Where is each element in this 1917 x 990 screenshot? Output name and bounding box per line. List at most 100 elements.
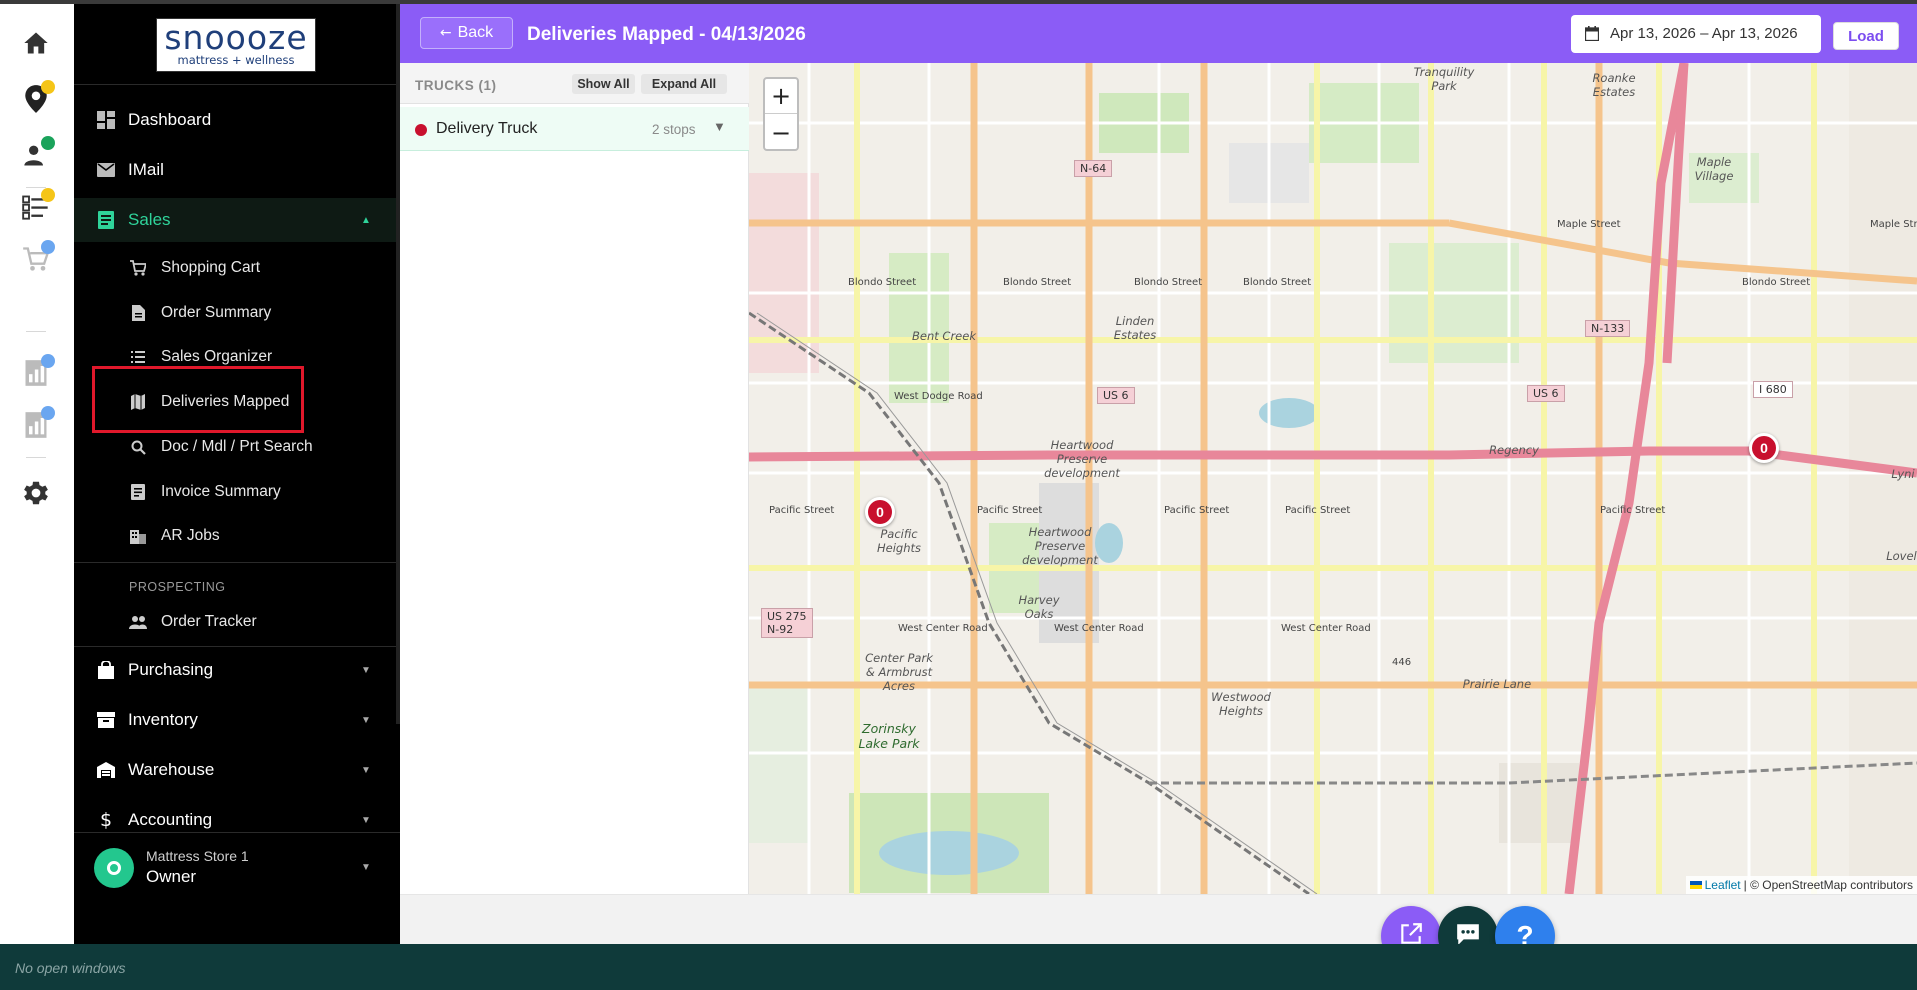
badge-icon [41, 188, 55, 202]
user-store-name: Mattress Store 1 [146, 848, 249, 864]
place-label: Bent Creek [912, 329, 976, 343]
badge-icon [41, 136, 55, 150]
archive-icon [96, 710, 116, 730]
street-label: West Dodge Road [894, 391, 983, 402]
road-shield-i680: I 680 [1753, 381, 1793, 398]
add-user-icon[interactable] [19, 136, 55, 172]
street-label: Pacific Street [1600, 505, 1666, 516]
sidebar-item-purchasing[interactable]: Purchasing ▼ [74, 648, 400, 692]
sidebar-subitem-ar-jobs[interactable]: AR Jobs [74, 518, 400, 554]
icon-rail [0, 4, 74, 944]
trucks-header: TRUCKS (1) Show All Expand All [400, 63, 749, 104]
sidebar-subitem-label: AR Jobs [161, 527, 220, 544]
place-label: Linden Estates [1113, 314, 1157, 342]
dollar-icon: $ [99, 809, 113, 831]
street-label: Pacific Street [977, 505, 1043, 516]
expand-all-button[interactable]: Expand All [641, 74, 727, 94]
road-shield-n133: N-133 [1585, 320, 1631, 337]
road-shield-us6: US 6 [1097, 387, 1135, 404]
chevron-down-icon: ▼ [361, 714, 371, 726]
report-icon[interactable] [19, 354, 55, 390]
sidebar-subitem-order-tracker[interactable]: Order Tracker [74, 604, 400, 640]
place-label: Pacific Heights [876, 527, 921, 555]
place-label: Tranquility Park [1413, 65, 1475, 93]
logo[interactable]: snoooze mattress + wellness [156, 18, 316, 72]
place-label: Heartwood Preserve development [1022, 525, 1098, 567]
divider [74, 646, 400, 647]
delivery-marker[interactable]: 0 [865, 497, 895, 527]
taskbar: No open windows [0, 944, 1917, 990]
rail-separator [26, 331, 46, 332]
delivery-map[interactable]: N-64 Maple Street Maple Stre Blondo Stre… [749, 63, 1917, 894]
divider [74, 84, 400, 85]
trucks-title: TRUCKS (1) [415, 78, 497, 93]
badge-icon [41, 406, 55, 420]
street-label: West Center Road [1281, 623, 1371, 634]
bag-icon [96, 660, 116, 680]
chevron-down-icon: ▼ [361, 814, 371, 826]
gear-icon[interactable] [19, 476, 53, 510]
sidebar-item-label: Purchasing [128, 660, 214, 679]
street-label: Blondo Street [1742, 277, 1811, 288]
calendar-icon [1584, 26, 1600, 45]
logo-main-text: snoooze [164, 18, 308, 57]
trucks-panel: TRUCKS (1) Show All Expand All Delivery … [400, 63, 749, 894]
sidebar-subitem-order-summary[interactable]: Order Summary [74, 295, 400, 331]
street-label: Blondo Street [1003, 277, 1072, 288]
highlight-box [92, 366, 304, 433]
caret-down-icon[interactable]: ▼ [713, 119, 726, 134]
sidebar-item-warehouse[interactable]: Warehouse ▼ [74, 748, 400, 792]
cart-icon[interactable] [19, 240, 55, 276]
sidebar-subitem-label: Order Tracker [161, 613, 257, 630]
sidebar-item-label: Inventory [128, 710, 198, 729]
place-label: Lovel [1886, 549, 1917, 563]
place-label: Zorinsky Lake Park [858, 721, 920, 751]
location-pin-icon[interactable] [19, 80, 55, 116]
map-attribution: Leaflet | © OpenStreetMap contributors [1685, 876, 1917, 894]
place-label: Prairie Lane [1462, 677, 1532, 691]
place-label: Roanke Estates [1592, 71, 1636, 99]
avatar [94, 848, 134, 888]
home-icon[interactable] [19, 26, 53, 60]
main-content: ← Back Deliveries Mapped - 04/13/2026 Ap… [400, 4, 1917, 966]
chevron-down-icon: ▼ [361, 764, 371, 776]
place-label: Harvey Oaks [1018, 593, 1060, 621]
show-all-button[interactable]: Show All [572, 74, 635, 94]
sidebar-subitem-label: Invoice Summary [161, 483, 281, 500]
sidebar-subitem-invoice-summary[interactable]: Invoice Summary [74, 474, 400, 510]
sidebar-item-label: Sales [128, 210, 171, 229]
sidebar-item-imail[interactable]: IMail [74, 148, 400, 192]
report-icon[interactable] [19, 406, 55, 442]
rail-separator [26, 457, 46, 458]
sidebar-item-label: Dashboard [128, 110, 212, 129]
map-tiles [749, 63, 1917, 894]
sidebar-subitem-doc-search[interactable]: Doc / Mdl / Prt Search [74, 429, 400, 465]
date-range-picker[interactable]: Apr 13, 2026 – Apr 13, 2026 [1571, 15, 1821, 53]
sidebar-item-inventory[interactable]: Inventory ▼ [74, 698, 400, 742]
delivery-marker[interactable]: 0 [1749, 433, 1779, 463]
zoom-out-button[interactable]: − [765, 115, 797, 150]
sidebar-subitem-shopping-cart[interactable]: Shopping Cart [74, 250, 400, 286]
road-shield-us275: US 275 N-92 [761, 608, 813, 638]
load-button[interactable]: Load [1833, 22, 1899, 50]
sidebar-item-sales[interactable]: Sales ▲ [74, 198, 400, 242]
place-label: Lyni [1891, 467, 1915, 481]
truck-name: Delivery Truck [436, 120, 538, 137]
place-label: Regency [1489, 443, 1539, 457]
street-label: Blondo Street [1243, 277, 1312, 288]
truck-row[interactable]: Delivery Truck 2 stops ▼ [400, 107, 749, 151]
sidebar: snoooze mattress + wellness Dashboard IM… [74, 4, 400, 944]
road-shield-us6: US 6 [1527, 385, 1565, 402]
list-icon [129, 348, 147, 366]
arrow-left-icon: ← [439, 25, 452, 41]
leaflet-link[interactable]: Leaflet [1705, 878, 1741, 892]
back-button[interactable]: ← Back [420, 17, 513, 49]
road-shield-n64: N-64 [1074, 160, 1113, 177]
sidebar-item-dashboard[interactable]: Dashboard [74, 98, 400, 142]
sidebar-subitem-label: Order Summary [161, 304, 272, 321]
street-label: Pacific Street [1285, 505, 1351, 516]
user-menu[interactable]: Mattress Store 1 Owner ▼ [74, 834, 400, 904]
zoom-in-button[interactable]: + [765, 79, 797, 114]
checklist-icon[interactable] [19, 188, 55, 224]
cart-icon [129, 259, 147, 277]
